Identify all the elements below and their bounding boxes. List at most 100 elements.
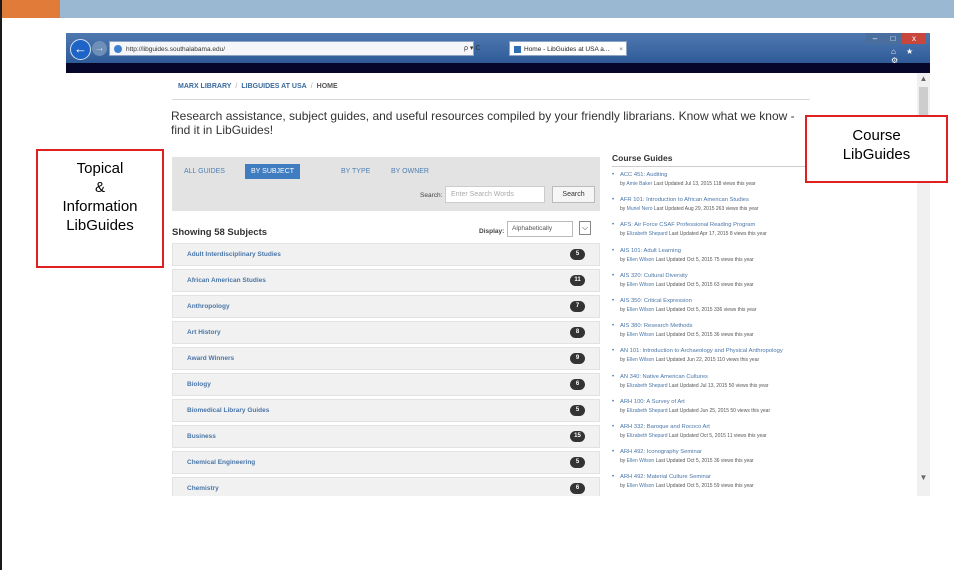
subject-count-badge: 5 — [570, 405, 585, 416]
course-guide-author[interactable]: Elizabeth Shepard — [627, 383, 668, 389]
by-prefix: by — [620, 357, 627, 364]
subject-name[interactable]: Chemistry — [187, 485, 219, 492]
course-guide-link[interactable]: AIS 101: Adult Learning — [620, 248, 681, 254]
by-prefix: by — [620, 306, 627, 313]
subject-name[interactable]: Award Winners — [187, 355, 234, 362]
callout-line: & — [94, 179, 105, 196]
subject-name[interactable]: Art History — [187, 329, 221, 336]
scroll-down-icon[interactable]: ▼ — [917, 472, 930, 484]
course-guide-link[interactable]: ARH 492: Iconography Seminar — [620, 449, 702, 455]
course-guide-author[interactable]: Ellen Wilson — [627, 307, 655, 313]
course-guide-item: • AFR 101: Introduction to African Americ… — [612, 197, 857, 222]
tab-close-icon[interactable]: × — [619, 42, 623, 55]
course-guide-author[interactable]: Ellen Wilson — [627, 357, 655, 363]
callout-topical-libguides: Topical & Information LibGuides — [36, 149, 164, 268]
breadcrumb-divider — [172, 99, 810, 100]
forward-button[interactable]: → — [92, 41, 107, 56]
subject-name[interactable]: Business — [187, 433, 216, 440]
address-tools[interactable]: ρ ▾ C — [464, 41, 480, 56]
subject-row[interactable]: Chemistry 6 — [172, 477, 600, 496]
subject-name[interactable]: African American Studies — [187, 277, 266, 284]
callout-line: Information — [62, 198, 138, 215]
subject-row[interactable]: Chemical Engineering 5 — [172, 451, 600, 474]
course-guide-author[interactable]: Elizabeth Shepard — [627, 231, 668, 237]
course-guide-item: • AIS 101: Adult Learning by Ellen Wilson … — [612, 248, 857, 273]
search-input[interactable]: Enter Search Words — [445, 186, 545, 203]
scroll-thumb[interactable] — [919, 87, 928, 117]
course-guide-author[interactable]: Muriel Nero — [627, 206, 653, 212]
subject-row[interactable]: Anthropology 7 — [172, 295, 600, 318]
bullet-icon: • — [612, 423, 615, 430]
subject-row[interactable]: Business 15 — [172, 425, 600, 448]
callout-course-libguides: Course LibGuides — [805, 115, 948, 183]
subject-name[interactable]: Anthropology — [187, 303, 230, 310]
subject-row[interactable]: Art History 8 — [172, 321, 600, 344]
course-guide-meta: by Amie Baker Last Updated Jul 13, 2015 … — [620, 181, 756, 187]
course-guide-item: • AIS 320: Cultural Diversity by Ellen Wil… — [612, 273, 857, 298]
course-guide-link[interactable]: ACC 451: Auditing — [620, 172, 667, 178]
display-select[interactable]: Alphabetically — [507, 221, 573, 237]
subject-row[interactable]: Biomedical Library Guides 5 — [172, 399, 600, 422]
course-guide-link[interactable]: ARH 100: A Survey of Art — [620, 399, 685, 405]
course-guide-author[interactable]: Elizabeth Shepard — [627, 408, 668, 414]
subject-row[interactable]: Biology 6 — [172, 373, 600, 396]
subject-name[interactable]: Biomedical Library Guides — [187, 407, 269, 414]
course-guide-meta: by Elizabeth Shepard Last Updated Oct 5,… — [620, 433, 767, 439]
browser-tab[interactable]: Home - LibGuides at USA a... × — [509, 41, 627, 56]
course-guide-link[interactable]: AIS 350: Critical Expression — [620, 298, 692, 304]
course-guide-stats: Last Updated Oct 5, 2015 11 views this y… — [668, 432, 767, 439]
bullet-icon: • — [612, 373, 615, 380]
course-guide-stats: Last Updated Oct 5, 2015 75 views this y… — [655, 256, 754, 263]
course-guide-author[interactable]: Ellen Wilson — [627, 458, 655, 464]
tab-all-guides[interactable]: ALL GUIDES — [178, 164, 231, 179]
back-button[interactable]: ← — [70, 39, 91, 60]
breadcrumb-marx-library[interactable]: MARX LIBRARY — [178, 83, 231, 90]
subject-row[interactable]: Award Winners 9 — [172, 347, 600, 370]
subject-count-badge: 7 — [570, 301, 585, 312]
course-guide-meta: by Muriel Nero Last Updated Aug 29, 2015… — [620, 206, 758, 212]
course-guide-stats: Last Updated Jun 25, 2015 50 views this … — [668, 407, 771, 414]
course-guide-stats: Last Updated Aug 29, 2015 263 views this… — [653, 206, 759, 213]
callout-line: LibGuides — [842, 146, 911, 163]
subject-name[interactable]: Adult Interdisciplinary Studies — [187, 251, 281, 258]
course-guide-author[interactable]: Amie Baker — [626, 181, 652, 187]
course-guide-author[interactable]: Ellen Wilson — [627, 257, 655, 263]
window-minimize-button[interactable]: – — [866, 33, 884, 44]
course-guide-stats: Last Updated Jun 22, 2015 110 views this… — [655, 357, 760, 364]
search-button[interactable]: Search — [552, 186, 595, 203]
breadcrumb-home: HOME — [316, 83, 338, 90]
course-guide-author[interactable]: Ellen Wilson — [627, 483, 655, 489]
chevron-down-icon[interactable]: ⌵ — [579, 221, 591, 235]
subject-row[interactable]: African American Studies 11 — [172, 269, 600, 292]
scroll-up-icon[interactable]: ▲ — [917, 73, 930, 85]
course-guide-link[interactable]: AN 340: Native American Cultures — [620, 374, 708, 380]
tab-by-owner[interactable]: BY OWNER — [385, 164, 435, 179]
address-bar[interactable]: http://libguides.southalabama.edu/ — [109, 41, 474, 56]
breadcrumb-libguides[interactable]: LIBGUIDES AT USA — [241, 83, 306, 90]
by-prefix: by — [620, 332, 627, 339]
course-guide-link[interactable]: AIS 380: Research Methods — [620, 323, 693, 329]
course-guide-item: • AN 340: Native American Cultures by Eliz… — [612, 374, 857, 399]
course-guide-link[interactable]: AFR 101: Introduction to African America… — [620, 197, 749, 203]
course-guide-stats: Last Updated Oct 5, 2015 63 views this y… — [655, 281, 754, 288]
course-guide-link[interactable]: ARH 492: Material Culture Seminar — [620, 474, 711, 480]
callout-line: Course — [852, 127, 901, 144]
course-guide-link[interactable]: AFS: Air Force CSAF Professional Reading… — [620, 222, 755, 228]
by-prefix: by — [620, 407, 627, 414]
tab-by-type[interactable]: BY TYPE — [335, 164, 376, 179]
course-guide-meta: by Ellen Wilson Last Updated Jun 22, 201… — [620, 357, 759, 363]
course-guide-author[interactable]: Elizabeth Shepard — [627, 433, 668, 439]
course-guide-author[interactable]: Ellen Wilson — [627, 282, 655, 288]
course-guide-link[interactable]: AIS 320: Cultural Diversity — [620, 273, 688, 279]
course-guide-link[interactable]: AN 101: Introduction to Archaeology and … — [620, 348, 783, 354]
subject-list: Adult Interdisciplinary Studies 5 African … — [172, 243, 600, 496]
course-guide-meta: by Ellen Wilson Last Updated Oct 5, 2015… — [620, 282, 754, 288]
window-maximize-button[interactable]: □ — [884, 33, 902, 44]
subject-name[interactable]: Biology — [187, 381, 211, 388]
tab-by-subject[interactable]: BY SUBJECT — [245, 164, 301, 179]
subject-row[interactable]: Adult Interdisciplinary Studies 5 — [172, 243, 600, 266]
window-close-button[interactable]: x — [902, 33, 926, 44]
course-guide-author[interactable]: Ellen Wilson — [627, 332, 655, 338]
subject-name[interactable]: Chemical Engineering — [187, 459, 255, 466]
course-guide-link[interactable]: ARH 332: Baroque and Rococo Art — [620, 424, 710, 430]
